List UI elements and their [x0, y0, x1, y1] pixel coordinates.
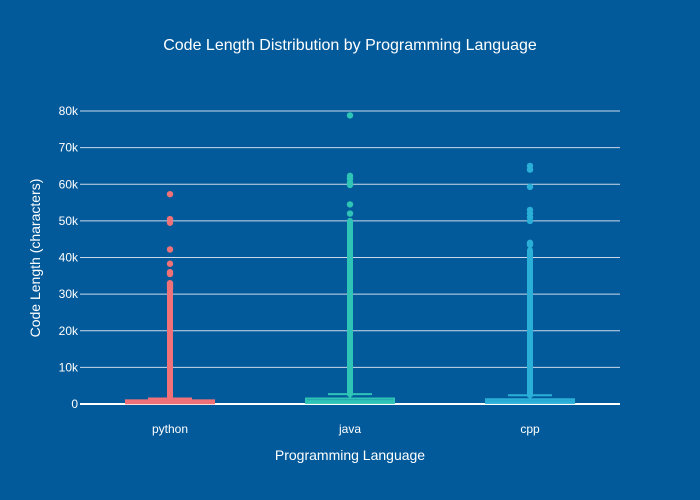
- y-tick-label: 10k: [59, 360, 79, 374]
- y-tick-label: 20k: [59, 324, 79, 338]
- chart-title: Code Length Distribution by Programming …: [163, 37, 537, 54]
- outlier-point: [526, 206, 534, 214]
- outlier-point: [526, 183, 534, 191]
- outlier-point: [166, 268, 174, 276]
- outlier-point: [346, 172, 354, 180]
- y-tick-label: 50k: [59, 214, 79, 228]
- outlier-point: [166, 246, 174, 253]
- y-tick-label: 0: [71, 397, 78, 411]
- outlier-point: [526, 239, 534, 247]
- y-tick-label: 70k: [59, 141, 79, 155]
- outlier-point: [166, 215, 174, 223]
- x-tick-labels: python java cpp: [152, 422, 540, 436]
- y-tick-label: 30k: [59, 287, 79, 301]
- x-tick-label: python: [152, 422, 188, 436]
- outlier-point: [346, 201, 354, 208]
- chart-svg: Code Length Distribution by Programming …: [27, 37, 620, 463]
- outlier-point: [346, 210, 354, 217]
- box-python: [125, 190, 215, 405]
- y-axis-title: Code Length (characters): [27, 179, 43, 338]
- y-tick-labels: 0 10k 20k 30k 40k 50k 60k 70k 80k: [59, 104, 79, 411]
- outlier-point: [526, 162, 534, 170]
- x-axis-title: Programming Language: [275, 447, 425, 463]
- outlier-point: [166, 190, 174, 198]
- y-tick-label: 80k: [59, 104, 79, 118]
- outlier-point: [166, 279, 174, 287]
- x-tick-label: java: [338, 422, 361, 436]
- outlier-point: [346, 112, 354, 119]
- outlier-point: [166, 260, 174, 267]
- y-tick-label: 60k: [59, 177, 79, 191]
- y-tick-label: 40k: [59, 251, 79, 265]
- x-tick-label: cpp: [520, 422, 540, 436]
